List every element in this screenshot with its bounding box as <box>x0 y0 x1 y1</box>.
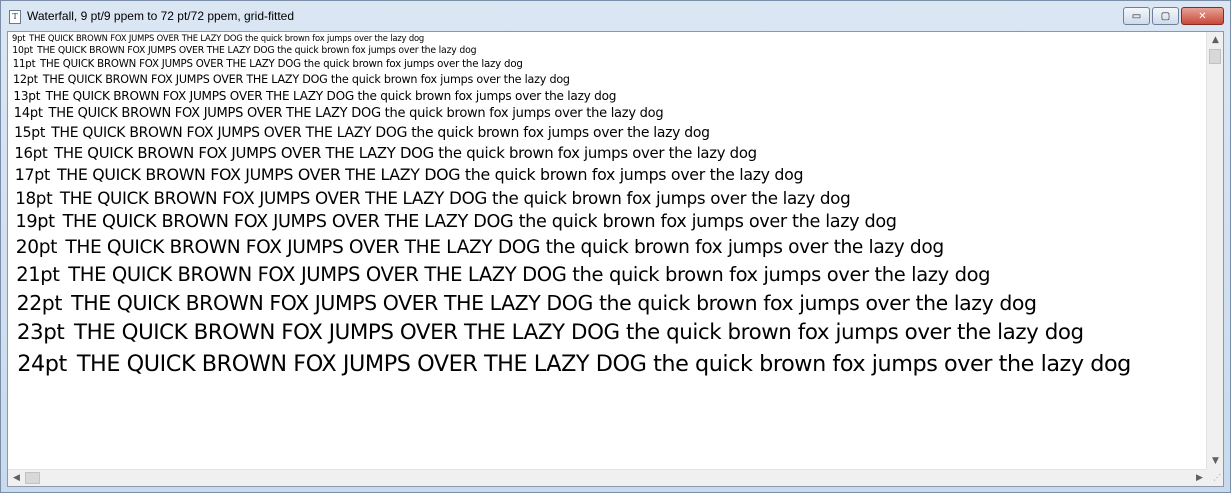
waterfall-line: 24pt THE QUICK BROWN FOX JUMPS OVER THE L… <box>17 348 1131 380</box>
size-label: 9pt <box>12 33 26 43</box>
sample-text: THE QUICK BROWN FOX JUMPS OVER THE LAZY … <box>29 33 425 43</box>
sample-text: THE QUICK BROWN FOX JUMPS OVER THE LAZY … <box>54 144 757 162</box>
sample-text: THE QUICK BROWN FOX JUMPS OVER THE LAZY … <box>62 212 897 232</box>
waterfall-line: 23pt THE QUICK BROWN FOX JUMPS OVER THE L… <box>17 318 1084 348</box>
sample-text: THE QUICK BROWN FOX JUMPS OVER THE LAZY … <box>51 125 710 141</box>
size-label: 22pt <box>16 291 63 315</box>
caption-buttons: ▭ ▢ ✕ <box>1123 7 1224 25</box>
scroll-up-icon[interactable]: ▲ <box>1207 32 1223 49</box>
waterfall-line: 19pt THE QUICK BROWN FOX JUMPS OVER THE L… <box>15 210 898 235</box>
sample-text: THE QUICK BROWN FOX JUMPS OVER THE LAZY … <box>76 351 1131 377</box>
size-label: 17pt <box>14 165 50 184</box>
size-label: 24pt <box>17 351 67 377</box>
waterfall-line: 11pt THE QUICK BROWN FOX JUMPS OVER THE L… <box>13 57 523 72</box>
sample-text: THE QUICK BROWN FOX JUMPS OVER THE LAZY … <box>39 59 523 70</box>
waterfall-line: 17pt THE QUICK BROWN FOX JUMPS OVER THE L… <box>14 164 804 186</box>
waterfall-window: T Waterfall, 9 pt/9 ppem to 72 pt/72 ppe… <box>0 0 1231 493</box>
horizontal-scrollbar[interactable]: ◀ ▶ <box>8 469 1208 486</box>
minimize-button[interactable]: ▭ <box>1123 7 1150 25</box>
sample-text: THE QUICK BROWN FOX JUMPS OVER THE LAZY … <box>37 45 477 56</box>
waterfall-line: 16pt THE QUICK BROWN FOX JUMPS OVER THE L… <box>14 143 757 164</box>
window-title: Waterfall, 9 pt/9 ppem to 72 pt/72 ppem,… <box>27 9 295 23</box>
waterfall-line: 15pt THE QUICK BROWN FOX JUMPS OVER THE L… <box>14 123 710 143</box>
sample-text: THE QUICK BROWN FOX JUMPS OVER THE LAZY … <box>68 263 991 286</box>
maximize-button[interactable]: ▢ <box>1152 7 1179 25</box>
size-label: 21pt <box>16 263 60 286</box>
sample-text: THE QUICK BROWN FOX JUMPS OVER THE LAZY … <box>45 89 617 103</box>
size-label: 14pt <box>13 106 43 121</box>
sample-text: THE QUICK BROWN FOX JUMPS OVER THE LAZY … <box>48 106 664 121</box>
waterfall-line: 9pt THE QUICK BROWN FOX JUMPS OVER THE LA… <box>12 32 424 44</box>
size-label: 12pt <box>13 73 38 86</box>
size-label: 15pt <box>14 125 46 141</box>
vertical-scrollbar[interactable]: ▲ ▼ <box>1206 32 1223 470</box>
waterfall-line: 18pt THE QUICK BROWN FOX JUMPS OVER THE L… <box>15 186 851 210</box>
waterfall-line: 21pt THE QUICK BROWN FOX JUMPS OVER THE L… <box>16 261 990 289</box>
horizontal-scroll-thumb[interactable] <box>25 472 40 484</box>
waterfall-content: 9pt THE QUICK BROWN FOX JUMPS OVER THE LA… <box>8 32 1208 470</box>
waterfall-line: 14pt THE QUICK BROWN FOX JUMPS OVER THE L… <box>14 105 664 123</box>
sample-text: THE QUICK BROWN FOX JUMPS OVER THE LAZY … <box>42 73 570 86</box>
size-label: 16pt <box>14 144 48 162</box>
title-bar[interactable]: T Waterfall, 9 pt/9 ppem to 72 pt/72 ppe… <box>1 1 1230 31</box>
waterfall-view[interactable]: 9pt THE QUICK BROWN FOX JUMPS OVER THE LA… <box>7 31 1224 487</box>
size-grip-icon[interactable]: ⋰ <box>1206 469 1223 486</box>
waterfall-line: 10pt THE QUICK BROWN FOX JUMPS OVER THE L… <box>12 44 476 57</box>
sample-text: THE QUICK BROWN FOX JUMPS OVER THE LAZY … <box>73 320 1084 345</box>
waterfall-line: 13pt THE QUICK BROWN FOX JUMPS OVER THE L… <box>13 88 616 105</box>
scroll-left-icon[interactable]: ◀ <box>8 470 25 486</box>
waterfall-line: 20pt THE QUICK BROWN FOX JUMPS OVER THE L… <box>16 235 944 261</box>
sample-text: THE QUICK BROWN FOX JUMPS OVER THE LAZY … <box>59 188 851 208</box>
sample-text: THE QUICK BROWN FOX JUMPS OVER THE LAZY … <box>56 165 804 184</box>
sample-text: THE QUICK BROWN FOX JUMPS OVER THE LAZY … <box>65 237 944 258</box>
waterfall-line: 12pt THE QUICK BROWN FOX JUMPS OVER THE L… <box>13 72 570 88</box>
document-font-icon[interactable]: T <box>9 10 21 24</box>
vertical-scroll-thumb[interactable] <box>1209 49 1221 64</box>
size-label: 13pt <box>13 89 41 103</box>
close-button[interactable]: ✕ <box>1181 7 1224 25</box>
size-label: 19pt <box>15 212 56 232</box>
size-label: 23pt <box>16 320 65 345</box>
size-label: 20pt <box>15 237 58 258</box>
sample-text: THE QUICK BROWN FOX JUMPS OVER THE LAZY … <box>71 291 1037 315</box>
waterfall-line: 22pt THE QUICK BROWN FOX JUMPS OVER THE L… <box>17 289 1037 318</box>
size-label: 11pt <box>12 59 36 70</box>
size-label: 10pt <box>12 45 33 56</box>
scroll-down-icon[interactable]: ▼ <box>1207 453 1223 470</box>
size-label: 18pt <box>15 188 53 208</box>
